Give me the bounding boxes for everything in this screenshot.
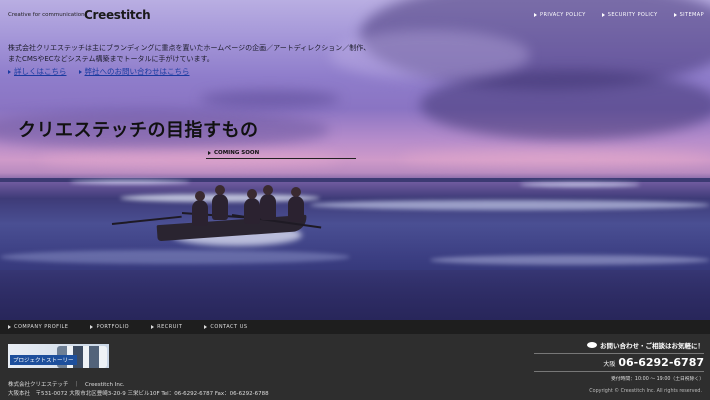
top-bar: Creative for communication Creestitch PR… xyxy=(0,0,710,30)
rowing-boat xyxy=(111,180,342,250)
contact-link[interactable]: 弊社へのお問い合わせはこちら xyxy=(78,66,190,77)
arrow-right-icon xyxy=(8,69,11,74)
intro-text: 株式会社クリエステッチは主にブランディングに重点を置いたホームページの企画／アー… xyxy=(8,44,371,63)
hero-headline: クリエステッチの目指すもの xyxy=(18,120,259,141)
cloud xyxy=(40,150,340,168)
copyright: Copyright © Creestitch Inc. All rights r… xyxy=(589,389,702,394)
details-link[interactable]: 詳しくはこちら xyxy=(8,66,67,77)
sitemap-link[interactable]: SITEMAP xyxy=(673,12,704,18)
chat-bubble-icon xyxy=(587,342,597,348)
company-address: 大阪本社 〒531-0072 大阪市北区豊崎3-20-9 三栄ビル10F Tel… xyxy=(8,391,269,397)
footer-nav: COMPANY PROFILE PORTFOLIO RECRUIT CONTAC… xyxy=(0,320,710,334)
privacy-policy-link[interactable]: PRIVACY POLICY xyxy=(534,12,586,18)
contact-heading: お問い合わせ・ご相談はお気軽に！ xyxy=(534,340,704,354)
business-hours: 受付時間：10:00 〜 19:00（土日祝除く） xyxy=(534,371,704,382)
footer: プロジェクトストーリー お問い合わせ・ご相談はお気軽に！ 大阪 06-6292-… xyxy=(0,334,710,400)
footer-nav-company-profile[interactable]: COMPANY PROFILE xyxy=(8,324,68,330)
hero-image: Creative for communication Creestitch PR… xyxy=(0,0,710,320)
phone-city: 大阪 xyxy=(603,361,616,368)
arrow-right-icon xyxy=(90,325,94,329)
wave xyxy=(0,250,350,264)
cloud xyxy=(420,70,710,140)
rower xyxy=(212,185,228,220)
footer-nav-contact-us[interactable]: CONTACT US xyxy=(204,324,247,330)
rower xyxy=(288,187,304,222)
footer-nav-portfolio[interactable]: PORTFOLIO xyxy=(90,324,129,330)
coming-soon-link[interactable]: COMING SOON xyxy=(208,150,259,156)
phone-number[interactable]: 06-6292-6787 xyxy=(618,356,704,369)
arrow-right-icon xyxy=(673,13,677,17)
company-name: 株式会社クリエステッチ ｜ Creestitch Inc. xyxy=(8,382,125,388)
intro-links: 詳しくはこちら 弊社へのお問い合わせはこちら xyxy=(8,66,190,77)
divider xyxy=(206,158,356,159)
rower xyxy=(244,189,260,224)
top-nav: PRIVACY POLICY SECURITY POLICY SITEMAP xyxy=(534,12,704,18)
tagline: Creative for communication xyxy=(8,12,85,18)
phone-row: 大阪 06-6292-6787 xyxy=(534,356,704,369)
footer-nav-recruit[interactable]: RECRUIT xyxy=(151,324,182,330)
arrow-right-icon xyxy=(601,13,605,17)
cloud xyxy=(400,150,710,166)
contact-box: お問い合わせ・ご相談はお気軽に！ 大阪 06-6292-6787 受付時間：10… xyxy=(534,340,704,382)
arrow-right-icon xyxy=(534,13,538,17)
wave xyxy=(310,200,710,210)
security-policy-link[interactable]: SECURITY POLICY xyxy=(601,12,658,18)
rower xyxy=(260,185,276,220)
arrow-right-icon xyxy=(204,325,208,329)
cloud xyxy=(200,90,340,108)
project-story-banner[interactable]: プロジェクトストーリー xyxy=(8,344,109,368)
arrow-right-icon xyxy=(151,325,155,329)
banner-label: プロジェクトストーリー xyxy=(10,355,77,365)
arrow-right-icon xyxy=(208,151,211,155)
wave xyxy=(520,182,640,187)
arrow-right-icon xyxy=(8,325,11,329)
beach xyxy=(0,270,710,320)
rower xyxy=(192,191,208,226)
logo[interactable]: Creestitch xyxy=(84,8,151,22)
wave xyxy=(430,255,710,265)
arrow-right-icon xyxy=(78,69,82,74)
